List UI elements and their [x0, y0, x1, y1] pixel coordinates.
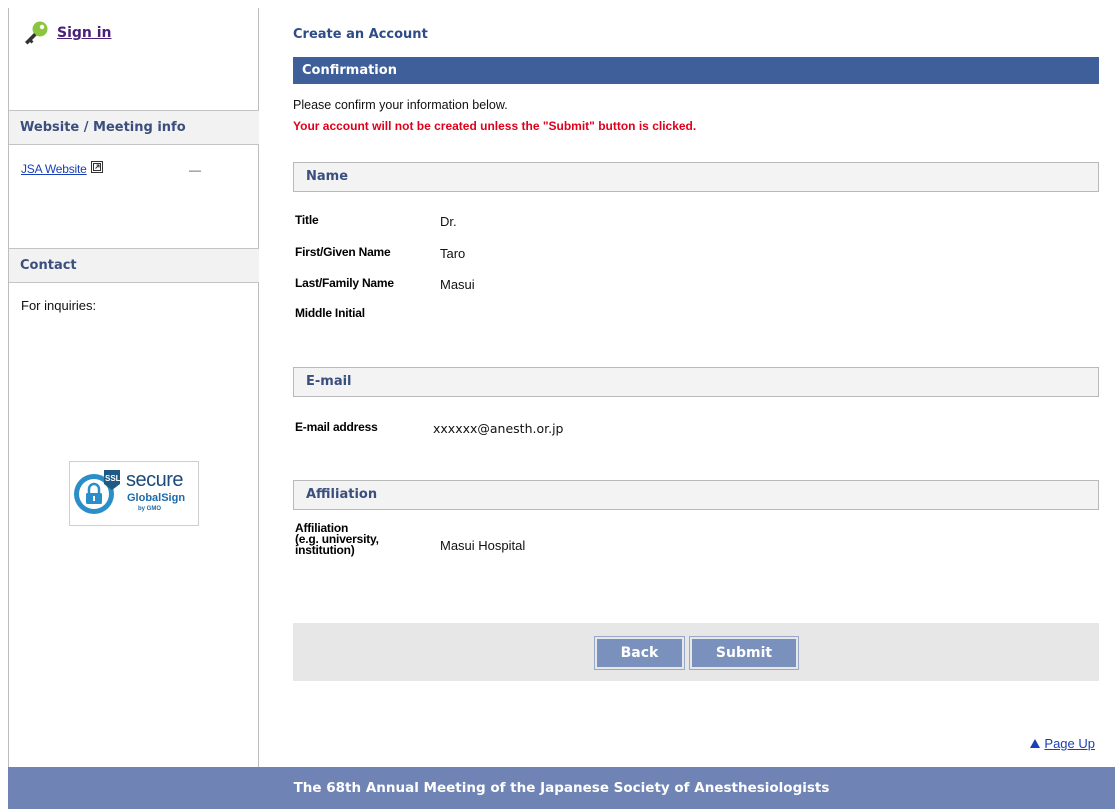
- ssl-tag: SSL: [105, 474, 121, 483]
- middle-initial-row: Middle Initial: [295, 306, 995, 320]
- back-button[interactable]: Back: [594, 636, 685, 670]
- title-value: Dr.: [440, 214, 457, 229]
- affiliation-label: Affiliation (e.g. university, institutio…: [295, 522, 379, 557]
- signin-block: Sign in: [21, 20, 112, 46]
- first-name-row: First/Given Name Taro: [295, 245, 995, 261]
- name-section-heading: Name: [293, 162, 1099, 192]
- jsa-website-link[interactable]: JSA Website: [21, 162, 87, 176]
- affiliation-value: Masui Hospital: [440, 538, 526, 553]
- last-name-value: Masui: [440, 277, 475, 292]
- warning-text: Your account will not be created unless …: [293, 119, 697, 133]
- first-name-label: First/Given Name: [295, 245, 391, 259]
- jsa-website-item: JSA Website: [21, 161, 103, 176]
- middle-initial-label: Middle Initial: [295, 306, 365, 320]
- email-value: xxxxxx@anesth.or.jp: [433, 421, 564, 436]
- signin-link[interactable]: Sign in: [57, 25, 112, 41]
- key-icon: [21, 20, 51, 46]
- affiliation-section-heading: Affiliation: [293, 480, 1099, 510]
- ssl-seal[interactable]: SSL secure GlobalSign by GMO: [69, 461, 199, 526]
- external-link-icon: [90, 161, 103, 176]
- ssl-brand-text: GlobalSign: [127, 492, 186, 504]
- contact-heading: Contact: [9, 248, 259, 283]
- divider-dash: —: [189, 163, 201, 177]
- title-label: Title: [295, 213, 319, 227]
- ssl-secure-text: secure: [126, 469, 184, 491]
- ssl-by-text: by GMO: [138, 506, 162, 512]
- title-row: Title Dr.: [295, 213, 995, 229]
- intro-text: Please confirm your information below.: [293, 98, 508, 112]
- footer: The 68th Annual Meeting of the Japanese …: [8, 767, 1115, 809]
- sidebar: Sign in Website / Meeting info JSA Websi…: [8, 8, 259, 767]
- email-section-heading: E-mail: [293, 367, 1099, 397]
- website-info-heading: Website / Meeting info: [9, 110, 259, 145]
- first-name-value: Taro: [440, 246, 466, 261]
- last-name-row: Last/Family Name Masui: [295, 276, 995, 292]
- affiliation-label-line3: institution): [295, 543, 355, 557]
- email-row: E-mail address xxxxxx@anesth.or.jp: [295, 420, 995, 436]
- confirmation-bar: Confirmation: [293, 57, 1099, 84]
- button-area: Back Submit: [293, 623, 1099, 681]
- inquiries-text: For inquiries:: [21, 298, 97, 313]
- triangle-up-icon: [1030, 736, 1041, 751]
- submit-button[interactable]: Submit: [689, 636, 799, 670]
- last-name-label: Last/Family Name: [295, 276, 394, 290]
- page-up-link[interactable]: Page Up: [1044, 736, 1095, 751]
- affiliation-row: Affiliation (e.g. university, institutio…: [295, 522, 995, 579]
- page-title: Create an Account: [293, 27, 428, 42]
- page-up-link-block: Page Up: [1030, 736, 1095, 751]
- email-label: E-mail address: [295, 420, 378, 434]
